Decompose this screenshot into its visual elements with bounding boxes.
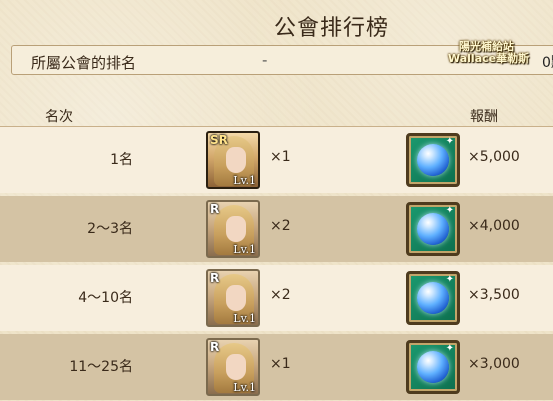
reward-quantity: ×3,000 xyxy=(468,356,520,372)
character-card-icon[interactable]: R Lv.1 xyxy=(206,269,260,327)
magic-orb-icon[interactable]: ✦ xyxy=(406,340,460,394)
watermark: 陽光補給站 Wallace華勒斯 xyxy=(448,41,529,65)
reward-quantity: ×3,500 xyxy=(468,287,520,303)
card-level: Lv.1 xyxy=(233,243,256,256)
magic-orb-icon[interactable]: ✦ xyxy=(406,271,460,325)
magic-orb-icon[interactable]: ✦ xyxy=(406,133,460,187)
rank-column-header: 名次 xyxy=(45,109,73,125)
table-row: 4～10名 R Lv.1 ×2 ✦ ×3,500 xyxy=(0,265,553,331)
card-rarity: R xyxy=(210,340,220,354)
card-quantity: ×2 xyxy=(270,287,291,303)
rank-range: 1名 xyxy=(110,152,133,168)
rank-range: 2～3名 xyxy=(87,221,133,237)
card-rarity: R xyxy=(210,271,220,285)
reward-quantity: ×5,000 xyxy=(468,149,520,165)
card-level: Lv.1 xyxy=(233,381,256,394)
character-card-icon[interactable]: R Lv.1 xyxy=(206,200,260,258)
card-level: Lv.1 xyxy=(233,312,256,325)
rank-range: 4～10名 xyxy=(78,290,133,306)
reward-column-header: 報酬 xyxy=(470,109,498,125)
card-rarity: SR xyxy=(210,133,228,147)
character-card-icon[interactable]: R Lv.1 xyxy=(206,338,260,396)
card-rarity: R xyxy=(210,202,220,216)
my-guild-points: 0點 xyxy=(542,55,553,71)
card-level: Lv.1 xyxy=(233,174,256,187)
table-row: 1名 SR Lv.1 ×1 ✦ ×5,000 xyxy=(0,127,553,193)
table-row: 11～25名 R Lv.1 ×1 ✦ ×3,000 xyxy=(0,334,553,400)
table-row: 2～3名 R Lv.1 ×2 ✦ ×4,000 xyxy=(0,196,553,262)
watermark-line2: Wallace華勒斯 xyxy=(448,52,530,65)
card-quantity: ×1 xyxy=(270,356,291,372)
my-guild-rank-value: - xyxy=(262,51,268,69)
card-quantity: ×2 xyxy=(270,218,291,234)
rank-range: 11～25名 xyxy=(69,359,133,375)
page-title: 公會排行榜 xyxy=(273,16,389,41)
character-card-icon[interactable]: SR Lv.1 xyxy=(206,131,260,189)
card-quantity: ×1 xyxy=(270,149,291,165)
magic-orb-icon[interactable]: ✦ xyxy=(406,202,460,256)
reward-quantity: ×4,000 xyxy=(468,218,520,234)
my-guild-rank-label: 所屬公會的排名 xyxy=(31,54,137,72)
